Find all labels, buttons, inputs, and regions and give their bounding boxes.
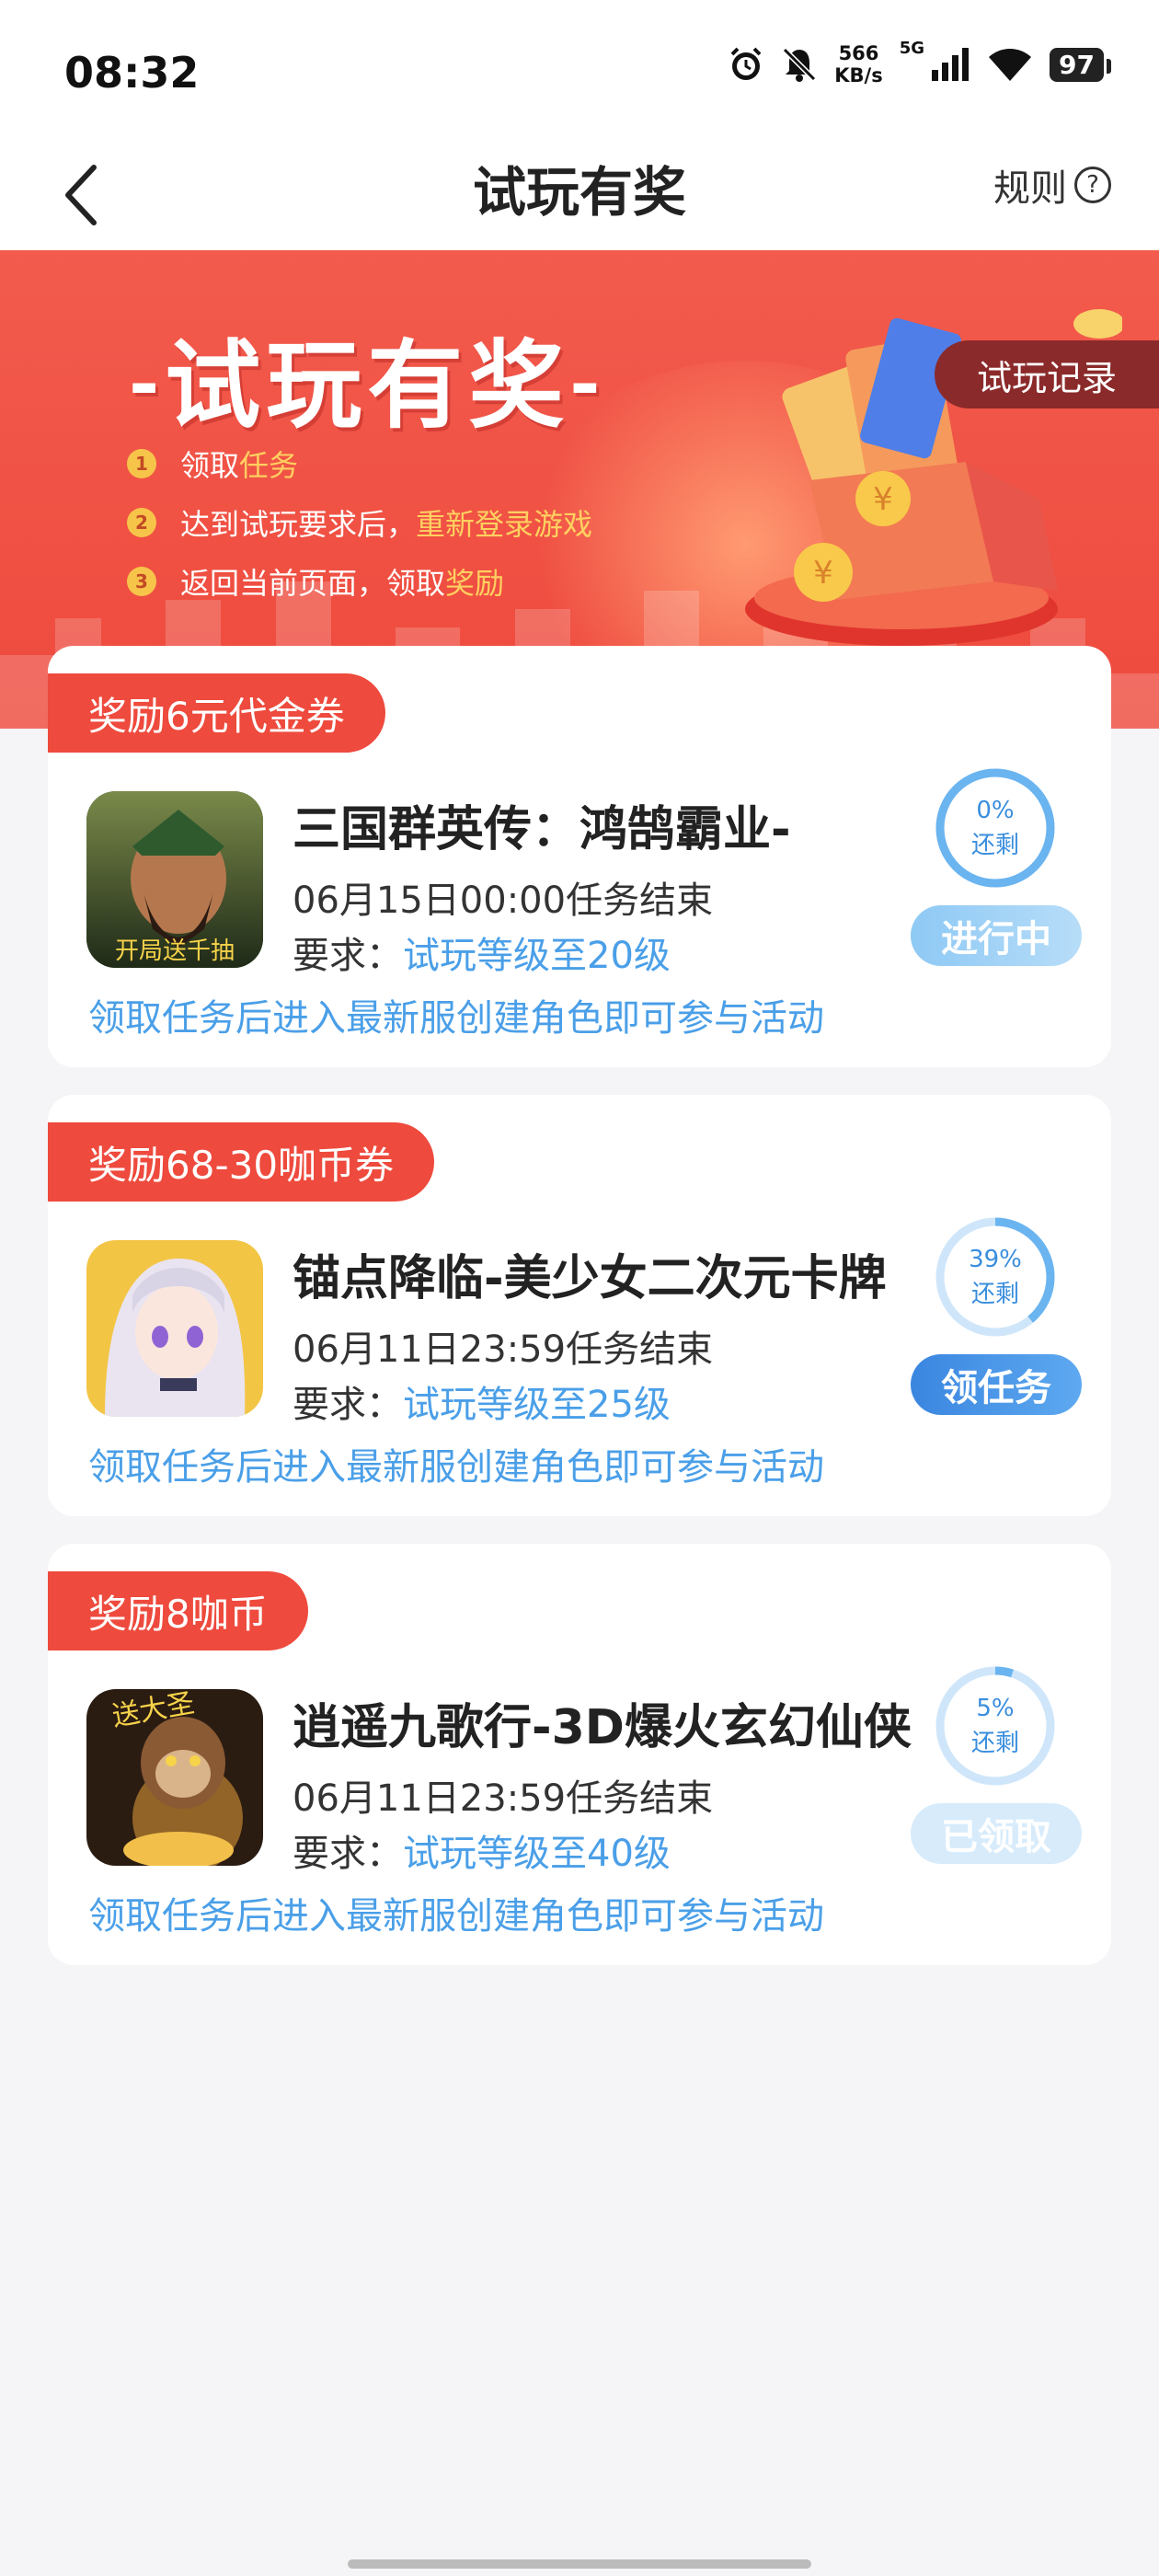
header: 试玩有奖 规则 ? xyxy=(0,138,1159,250)
task-deadline: 06月11日23:59任务结束 xyxy=(293,1328,714,1371)
step-highlight: 奖励 xyxy=(445,566,505,601)
battery-icon: 97 xyxy=(1050,47,1111,82)
network-type: 5G xyxy=(899,39,925,58)
task-note: 领取任务后进入最新服创建角色即可参与活动 xyxy=(88,997,824,1040)
step-number: 1 xyxy=(127,449,156,478)
svg-text:¥: ¥ xyxy=(813,555,833,592)
task-deadline: 06月15日00:00任务结束 xyxy=(293,880,714,922)
step-item: 1 领取 任务 xyxy=(127,434,592,493)
task-card: 奖励8咖币 送大圣 逍遥九歌行-3D爆火玄幻仙侠 06月11日23:59任务结束… xyxy=(48,1544,1111,1965)
task-card: 奖励6元代金券 开局送千抽 三国群英传：鸿鹄霸业- 06月15日00:00任务结… xyxy=(48,646,1111,1067)
game-icon-text: 开局送千抽 xyxy=(115,937,235,965)
reward-tag: 奖励68-30咖币券 xyxy=(48,1122,435,1202)
step-number: 3 xyxy=(127,567,156,596)
status-icons: 566 KB/s 5G 97 xyxy=(728,39,1111,86)
question-circle-icon: ? xyxy=(1074,167,1111,203)
net-speed-unit: KB/s xyxy=(834,64,883,86)
rules-button[interactable]: 规则 ? xyxy=(993,158,1111,212)
task-note: 领取任务后进入最新服创建角色即可参与活动 xyxy=(88,1895,824,1938)
remaining-percent: 5% xyxy=(976,1695,1015,1722)
net-speed-value: 566 xyxy=(838,42,879,64)
requirement-value: 试玩等级至40级 xyxy=(403,1833,671,1875)
remaining-progress-text: 5% 还剩 xyxy=(933,1663,1058,1788)
game-title[interactable]: 锚点降临-美少女二次元卡牌 xyxy=(293,1240,936,1317)
wifi-icon xyxy=(989,49,1032,81)
game-title[interactable]: 逍遥九歌行-3D爆火玄幻仙侠 xyxy=(293,1689,936,1766)
remaining-percent: 0% xyxy=(976,797,1015,824)
reward-tag: 奖励6元代金券 xyxy=(48,673,385,753)
remaining-label: 还剩 xyxy=(970,832,1019,859)
task-requirement: 要求：试玩等级至40级 xyxy=(293,1823,671,1877)
requirement-value: 试玩等级至20级 xyxy=(403,935,671,977)
requirement-label: 要求： xyxy=(293,935,403,977)
remaining-label: 还剩 xyxy=(970,1281,1019,1308)
page-title: 试玩有奖 xyxy=(472,161,686,224)
signal-icon xyxy=(932,48,970,81)
step-highlight: 任务 xyxy=(239,448,299,483)
step-text: 返回当前页面，领取 xyxy=(180,566,446,601)
step-item: 3 返回当前页面，领取 奖励 xyxy=(127,552,592,611)
requirement-label: 要求： xyxy=(293,1384,403,1426)
game-icon[interactable] xyxy=(86,1240,263,1417)
task-deadline: 06月11日23:59任务结束 xyxy=(293,1777,714,1820)
banner-title: -试玩有奖- xyxy=(129,328,606,442)
step-text: 达到试玩要求后， xyxy=(180,507,417,542)
requirement-value: 试玩等级至25级 xyxy=(403,1384,671,1426)
steps-list: 1 领取 任务 2 达到试玩要求后， 重新登录游戏 3 返回当前页面，领取 奖励 xyxy=(127,434,592,611)
remaining-label: 还剩 xyxy=(970,1730,1019,1757)
task-requirement: 要求：试玩等级至25级 xyxy=(293,1374,671,1428)
in-progress-button[interactable]: 进行中 xyxy=(911,905,1082,966)
step-number: 2 xyxy=(127,508,156,537)
task-note: 领取任务后进入最新服创建角色即可参与活动 xyxy=(88,1446,824,1489)
requirement-label: 要求： xyxy=(293,1833,403,1875)
step-highlight: 重新登录游戏 xyxy=(416,507,593,542)
banner-title-text: 试玩有奖 xyxy=(165,328,570,442)
home-indicator[interactable] xyxy=(348,2559,811,2569)
remaining-percent: 39% xyxy=(969,1246,1022,1273)
svg-text:¥: ¥ xyxy=(873,481,893,518)
alarm-icon xyxy=(730,47,762,80)
task-card: 奖励68-30咖币券 锚点降临-美少女二次元卡牌 06月11日23:59任务结束… xyxy=(48,1095,1111,1516)
bell-off-icon xyxy=(783,47,817,82)
remaining-progress-text: 39% 还剩 xyxy=(933,1214,1058,1340)
claimed-button[interactable]: 已领取 xyxy=(911,1803,1082,1864)
game-title[interactable]: 三国群英传：鸿鹄霸业- xyxy=(293,791,936,868)
claim-task-button[interactable]: 领任务 xyxy=(911,1354,1082,1415)
rules-label: 规则 xyxy=(993,167,1067,210)
step-text: 领取 xyxy=(180,448,240,483)
task-requirement: 要求：试玩等级至20级 xyxy=(293,926,671,979)
play-record-button[interactable]: 试玩记录 xyxy=(935,340,1159,408)
reward-tag: 奖励8咖币 xyxy=(48,1571,308,1650)
network-speed: 566 KB/s xyxy=(834,42,882,86)
game-icon[interactable]: 送大圣 xyxy=(86,1689,263,1866)
game-icon[interactable]: 开局送千抽 xyxy=(86,791,263,968)
status-bar: 08:32 566 KB/s 5G 97 xyxy=(0,0,1159,138)
clock: 08:32 xyxy=(64,48,200,98)
remaining-progress-text: 0% 还剩 xyxy=(933,765,1058,891)
step-item: 2 达到试玩要求后， 重新登录游戏 xyxy=(127,493,592,552)
